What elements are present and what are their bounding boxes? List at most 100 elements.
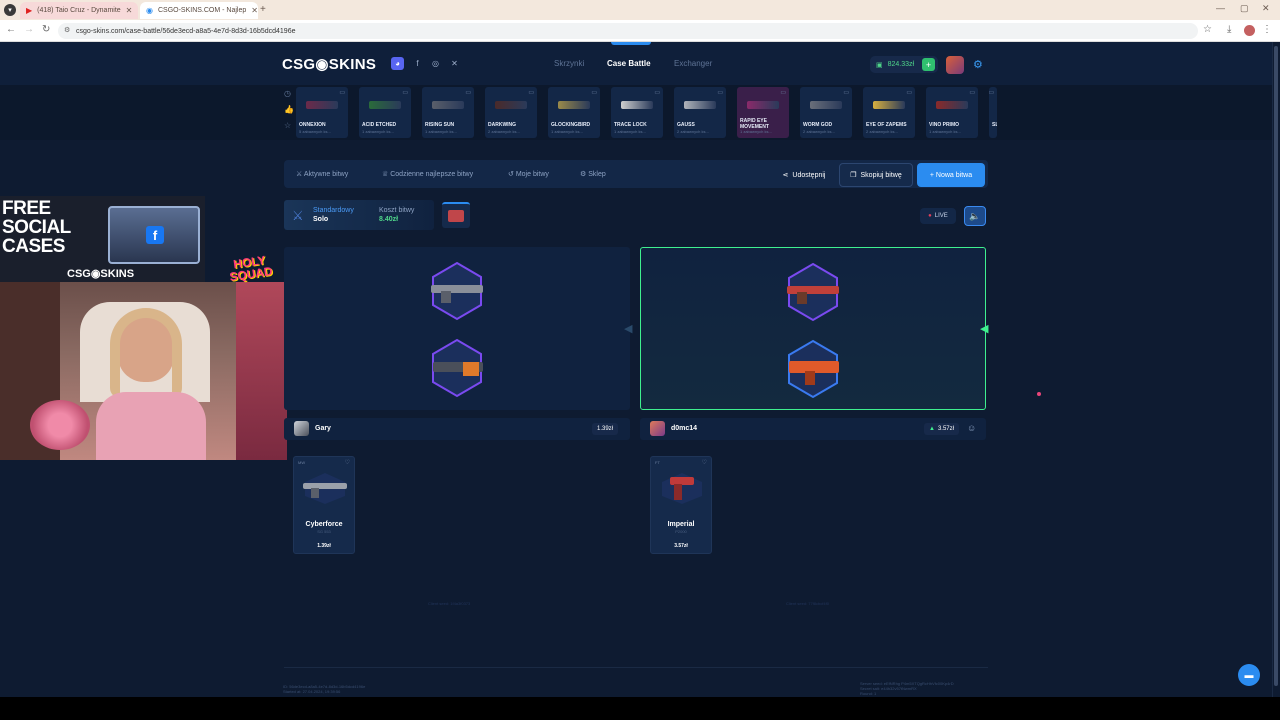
case-mini-icon: ▭ [843,90,849,96]
player-name[interactable]: d0mc14 [671,425,697,432]
drop-card[interactable]: ▭ TRACE LOCK 1 zabawnych ks... [611,87,663,138]
address-bar[interactable]: ⚙ csgo-skins.com/case-battle/56de3ecd-a8… [58,23,1198,39]
drop-sub: 2 zabawnych ks... [866,129,898,134]
settings-gear-icon[interactable]: ⚙ [973,58,983,71]
close-icon[interactable]: ✕ [251,6,258,15]
drop-card[interactable]: ▭ RAPID EYE MOVEMENT 1 zabawnych ks... [737,87,789,138]
new-tab-button[interactable]: + [260,4,266,15]
drop-sub: 1 zabawnych ks... [740,129,772,134]
promo-word: FREE [2,198,51,219]
drop-sub: 1 zabawnych ks... [362,129,394,134]
battle-mode-value: Solo [313,216,329,223]
drop-card[interactable]: ▭ VINO PRIMO 1 zabawnych ks... [926,87,978,138]
minimize-icon[interactable]: — [1216,3,1225,13]
deposit-plus-button[interactable]: + [922,58,935,71]
battle-info-box [284,200,434,230]
drop-name: VINO PRIMO [929,122,960,128]
player-name[interactable]: Gary [315,425,331,432]
player-reel-right [640,247,986,410]
menu-my-battles[interactable]: ↺ Moje bitwy [508,170,549,178]
drop-card[interactable]: ▭ EYE OF ZAPEMS 2 zabawnych ks... [863,87,915,138]
hex-item-frame [788,339,839,399]
reload-icon[interactable]: ↻ [42,24,50,35]
drop-sub: 1 zabawnych ks... [425,129,457,134]
menu-active-battles[interactable]: ⚔ Aktywne bitwy [296,170,348,178]
facebook-icon[interactable]: f [411,57,424,70]
drop-card[interactable]: ▭ GLOCKINGBIRD 1 zabawnych ks... [548,87,600,138]
drop-card[interactable]: ▭ RISING SUN 1 zabawnych ks... [422,87,474,138]
menu-daily-best[interactable]: ♕ Codzienne najlepsze bitwy [382,170,473,178]
drop-card[interactable]: ▭ ACID ETCHED 1 zabawnych ks... [359,87,411,138]
bookmark-star-icon[interactable]: ☆ [1203,24,1212,35]
browser-menu-icon[interactable]: ⋮ [1262,24,1272,35]
share-label: Udostępnij [792,171,826,179]
copy-battle-button[interactable]: ❐ Skopiuj bitwę [839,163,913,187]
nav-exchanger[interactable]: Exchanger [674,59,712,68]
won-item-card[interactable]: MW ♡ Cyberforce SG 553 1.39zł [293,456,355,554]
x-twitter-icon[interactable]: ✕ [448,57,461,70]
menu-label: Moje bitwy [515,171,549,178]
scrollbar-thumb[interactable] [1274,46,1278,686]
download-icon[interactable]: ⤓ [1227,24,1231,35]
weapon-image [621,101,653,109]
close-window-icon[interactable]: ✕ [1262,3,1270,14]
tab-youtube[interactable]: ▶ (418) Taio Cruz - Dynamite ✕ [20,2,138,19]
weapon-image [747,101,779,109]
close-icon[interactable]: ✕ [126,6,133,15]
new-battle-button[interactable]: + Nowa bitwa [917,163,985,187]
profile-avatar[interactable] [1244,25,1255,36]
nav-case-battle[interactable]: Case Battle [607,59,651,68]
round-number: Round: 1 [860,691,877,696]
smiley-icon[interactable]: ☺ [967,423,976,433]
drop-card[interactable]: ▭ WORM GOD 2 zabawnych ks... [800,87,852,138]
discord-icon[interactable]: ◕ [391,57,404,70]
battle-cost-value: 8.40zł [379,216,399,223]
site-icon: ◉ [146,6,153,15]
back-icon[interactable]: ← [6,24,16,35]
weapon-image [306,101,338,109]
trend-up-icon: ▲ [929,426,935,432]
user-avatar[interactable] [946,56,964,74]
site-logo[interactable]: CSG◉SKINS [282,55,376,73]
drop-card[interactable]: ▭ SL [989,87,997,138]
weapon-image [495,101,527,109]
webcam-feed [0,282,287,460]
item-quality: MW [298,460,306,465]
menu-shop[interactable]: ⚙ Sklep [580,170,606,178]
weapon-image [558,101,590,109]
tab-title: (418) Taio Cruz - Dynamite [37,7,121,14]
copy-label: Skopiuj bitwę [860,171,902,179]
instagram-icon[interactable]: ◎ [429,57,442,70]
promo-word: CASES [2,236,65,257]
drop-card[interactable]: ▭ ONNEXION 5 zabawnych ks... [296,87,348,138]
clock-icon[interactable]: ◷ [284,89,291,98]
sound-toggle-button[interactable]: 🔈 [964,206,986,226]
tab-title: CSGO-SKINS.COM - Najlep [157,7,247,14]
forward-icon[interactable]: → [24,24,34,35]
nav-skrzynki[interactable]: Skrzynki [554,59,584,68]
chat-bubble-button[interactable]: ▬ [1238,664,1260,686]
share-button[interactable]: ⋖ Udostępnij [774,163,834,187]
history-icon: ↺ [508,171,514,178]
favorite-icon[interactable]: ♡ [345,459,350,466]
tab-search-icon[interactable]: ▾ [4,4,16,16]
tab-csgo-skins[interactable]: ◉ CSGO-SKINS.COM - Najlep ✕ [140,2,258,19]
case-mini-icon: ▭ [780,90,786,96]
star-icon[interactable]: ☆ [284,121,291,130]
page: CSG◉SKINS ◕ f ◎ ✕ Skrzynki Case Battle E… [0,42,1272,697]
case-thumbnail[interactable] [442,202,470,228]
favorite-icon[interactable]: ♡ [702,459,707,466]
balance-display[interactable]: ▣ 824.33zł + [870,56,938,73]
won-item-card[interactable]: FT ♡ Imperial P2000 3.57zł [650,456,712,554]
youtube-icon: ▶ [26,6,33,15]
pink-light [236,282,287,460]
drop-card[interactable]: ▭ DARKWING 2 zabawnych ks... [485,87,537,138]
player-avatar[interactable] [294,421,309,436]
weapon-image [369,101,401,109]
maximize-icon[interactable]: ▢ [1240,3,1249,14]
item-quality: FT [655,460,660,465]
drop-card[interactable]: ▭ GAUSS 2 zabawnych ks... [674,87,726,138]
site-info-icon[interactable]: ⚙ [64,26,70,34]
player-avatar[interactable] [650,421,665,436]
thumbs-up-icon[interactable]: 👍 [284,105,294,114]
